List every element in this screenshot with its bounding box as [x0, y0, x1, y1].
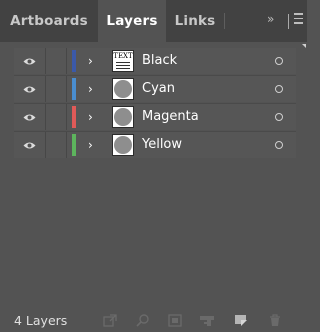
layer-thumbnail: TEXT — [112, 50, 134, 72]
layer-name[interactable]: Black — [142, 53, 177, 68]
layer-row-black[interactable]: › TEXT Black — [14, 48, 296, 74]
thumbnail-lines — [116, 62, 130, 71]
delete-icon[interactable] — [268, 314, 282, 327]
expand-panel-icon[interactable]: » — [267, 12, 274, 26]
panel-corner-mark — [302, 44, 306, 48]
column-divider — [45, 104, 46, 130]
layer-thumbnail — [112, 78, 134, 100]
layer-row-magenta[interactable]: › Magenta — [14, 103, 296, 130]
thumbnail-circle — [114, 136, 132, 154]
column-divider — [66, 132, 67, 158]
eye-icon[interactable] — [23, 85, 36, 94]
tab-layers[interactable]: Layers — [98, 0, 166, 42]
export-for-screens-icon[interactable] — [103, 314, 117, 327]
layer-color-swatch — [72, 78, 76, 100]
layer-thumbnail — [112, 134, 134, 156]
chevron-right-icon[interactable]: › — [88, 138, 93, 152]
thumbnail-circle — [114, 80, 132, 98]
target-circle-icon[interactable] — [275, 85, 283, 93]
hamburger-menu-icon[interactable] — [294, 13, 303, 27]
new-sublayer-icon[interactable] — [200, 314, 214, 327]
tab-links[interactable]: Links — [166, 0, 224, 42]
chevron-right-icon[interactable]: › — [88, 54, 93, 68]
panel-tab-bar: Artboards Layers Links » — [0, 0, 307, 42]
layer-name[interactable]: Yellow — [142, 137, 182, 152]
column-divider — [45, 132, 46, 158]
layer-count: 4 Layers — [14, 313, 68, 328]
layer-color-swatch — [72, 134, 76, 156]
column-divider — [66, 104, 67, 130]
layer-name[interactable]: Magenta — [142, 109, 199, 124]
target-circle-icon[interactable] — [275, 113, 283, 121]
layer-name[interactable]: Cyan — [142, 81, 175, 96]
thumbnail-text: TEXT — [113, 52, 133, 60]
layer-row-yellow[interactable]: › Yellow — [14, 131, 296, 158]
thumbnail-circle — [114, 108, 132, 126]
chevron-right-icon[interactable]: › — [88, 82, 93, 96]
layer-thumbnail — [112, 106, 134, 128]
target-circle-icon[interactable] — [275, 141, 283, 149]
eye-icon[interactable] — [23, 57, 36, 66]
layers-panel: Artboards Layers Links » › TEXT Black › … — [0, 0, 307, 332]
new-layer-icon[interactable] — [234, 314, 248, 327]
tab-artboards[interactable]: Artboards — [0, 0, 98, 42]
panel-footer: 4 Layers — [0, 306, 307, 332]
controls-divider — [288, 14, 289, 29]
layers-list: › TEXT Black › Cyan › Magenta › Yellow — [14, 48, 296, 159]
column-divider — [45, 48, 46, 74]
layer-row-cyan[interactable]: › Cyan — [14, 75, 296, 102]
column-divider — [66, 76, 67, 102]
layer-color-swatch — [72, 50, 76, 72]
layer-color-swatch — [72, 106, 76, 128]
chevron-right-icon[interactable]: › — [88, 110, 93, 124]
tab-divider — [224, 13, 225, 29]
eye-icon[interactable] — [23, 141, 36, 150]
panel-controls: » — [261, 0, 307, 42]
column-divider — [45, 76, 46, 102]
target-circle-icon[interactable] — [275, 57, 283, 65]
column-divider — [66, 48, 67, 74]
clipping-mask-icon[interactable] — [168, 314, 182, 327]
eye-icon[interactable] — [23, 113, 36, 122]
locate-object-icon[interactable] — [136, 314, 150, 327]
